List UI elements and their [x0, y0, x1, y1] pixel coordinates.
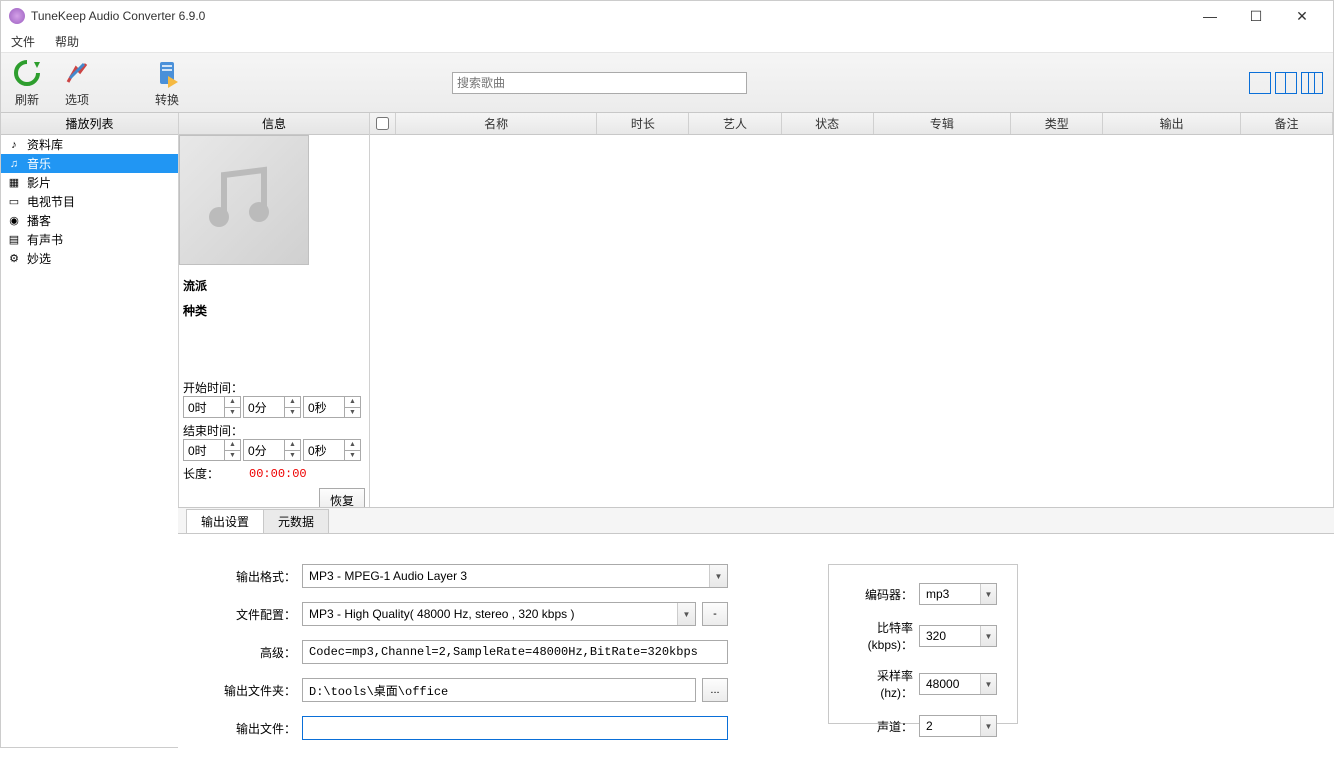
end-hour-spinner[interactable]: 0时▲▼	[183, 439, 241, 461]
col-album[interactable]: 专辑	[874, 113, 1012, 134]
tab-strip: 输出设置 元数据	[178, 508, 1334, 534]
layout-double-button[interactable]	[1275, 72, 1297, 94]
maximize-button[interactable]: ☐	[1233, 1, 1279, 31]
convert-button[interactable]: 转换	[151, 57, 183, 108]
advanced-input[interactable]	[302, 640, 728, 664]
options-icon	[61, 57, 93, 89]
outfile-input[interactable]	[302, 716, 728, 740]
bottom-panel: 输出设置 元数据 输出格式： MP3 - MPEG-1 Audio Layer …	[178, 507, 1334, 748]
start-min-spinner[interactable]: 0分▲▼	[243, 396, 301, 418]
channel-combo[interactable]: 2▼	[919, 715, 997, 737]
close-button[interactable]: ✕	[1279, 1, 1325, 31]
chevron-down-icon: ▼	[709, 565, 727, 587]
podcast-icon: ◉	[7, 214, 21, 228]
kind-label: 种类	[183, 302, 365, 319]
col-duration[interactable]: 时长	[597, 113, 689, 134]
col-checkbox[interactable]	[370, 113, 396, 134]
samplerate-label: 采样率(hz)：	[849, 667, 913, 701]
tracklist-header: 名称 时长 艺人 状态 专辑 类型 输出 备注	[370, 113, 1333, 135]
titlebar: TuneKeep Audio Converter 6.9.0 — ☐ ✕	[1, 1, 1333, 31]
col-artist[interactable]: 艺人	[689, 113, 781, 134]
sidebar-item-genius[interactable]: ⚙ 妙选	[1, 249, 178, 268]
format-label: 输出格式：	[218, 568, 296, 585]
tv-icon: ▭	[7, 195, 21, 209]
layout-single-button[interactable]	[1249, 72, 1271, 94]
gear-icon: ⚙	[7, 252, 21, 266]
sidebar-item-podcast[interactable]: ◉ 播客	[1, 211, 178, 230]
profile-label: 文件配置：	[218, 606, 296, 623]
tab-metadata[interactable]: 元数据	[263, 509, 329, 533]
convert-icon	[151, 57, 183, 89]
advanced-label: 高级：	[218, 644, 296, 661]
browse-button[interactable]: ...	[702, 678, 728, 702]
codec-combo[interactable]: mp3▼	[919, 583, 997, 605]
outfolder-label: 输出文件夹：	[218, 682, 296, 699]
outfile-label: 输出文件：	[218, 720, 296, 737]
info-header: 信息	[179, 113, 369, 135]
playlist-header: 播放列表	[1, 113, 178, 135]
minimize-button[interactable]: —	[1187, 1, 1233, 31]
refresh-icon	[11, 57, 43, 89]
length-label: 长度：	[183, 465, 219, 482]
col-remark[interactable]: 备注	[1241, 113, 1333, 134]
start-hour-spinner[interactable]: 0时▲▼	[183, 396, 241, 418]
encoder-settings: 编码器： mp3▼ 比特率(kbps)： 320▼ 采样率(hz)： 48000…	[828, 564, 1018, 724]
chevron-down-icon: ▼	[980, 716, 996, 736]
window-title: TuneKeep Audio Converter 6.9.0	[31, 9, 1187, 23]
outfolder-input[interactable]	[302, 678, 696, 702]
toolbar: 刷新 选项 转换	[1, 53, 1333, 113]
menubar: 文件 帮助	[1, 31, 1333, 53]
end-sec-spinner[interactable]: 0秒▲▼	[303, 439, 361, 461]
tab-output-settings[interactable]: 输出设置	[186, 509, 264, 533]
library-icon: ♪	[7, 138, 21, 152]
sidebar-item-music[interactable]: ♫ 音乐	[1, 154, 178, 173]
sidebar-item-library[interactable]: ♪ 资料库	[1, 135, 178, 154]
start-sec-spinner[interactable]: 0秒▲▼	[303, 396, 361, 418]
col-name[interactable]: 名称	[396, 113, 597, 134]
bitrate-combo[interactable]: 320▼	[919, 625, 997, 647]
bitrate-label: 比特率(kbps)：	[849, 619, 913, 653]
menu-file[interactable]: 文件	[7, 31, 39, 52]
search-input[interactable]	[452, 72, 747, 94]
profile-remove-button[interactable]: -	[702, 602, 728, 626]
refresh-button[interactable]: 刷新	[11, 57, 43, 108]
playlist-sidebar: 播放列表 ♪ 资料库 ♫ 音乐 ▦ 影片 ▭ 电视节目 ◉ 播客 ▤ 有声书 ⚙…	[1, 113, 179, 747]
sidebar-item-movie[interactable]: ▦ 影片	[1, 173, 178, 192]
format-combo[interactable]: MP3 - MPEG-1 Audio Layer 3▼	[302, 564, 728, 588]
channel-label: 声道：	[849, 718, 913, 735]
profile-combo[interactable]: MP3 - High Quality( 48000 Hz, stereo , 3…	[302, 602, 696, 626]
chevron-down-icon: ▼	[980, 674, 996, 694]
options-button[interactable]: 选项	[61, 57, 93, 108]
genre-label: 流派	[183, 277, 365, 294]
audiobook-icon: ▤	[7, 233, 21, 247]
output-settings-content: 输出格式： MP3 - MPEG-1 Audio Layer 3▼ 文件配置： …	[178, 534, 1334, 784]
album-art-placeholder	[179, 135, 309, 265]
length-value: 00:00:00	[249, 467, 307, 481]
music-icon: ♫	[7, 157, 21, 171]
app-icon	[9, 8, 25, 24]
chevron-down-icon: ▼	[980, 626, 996, 646]
sidebar-item-audiobook[interactable]: ▤ 有声书	[1, 230, 178, 249]
chevron-down-icon: ▼	[980, 584, 996, 604]
end-min-spinner[interactable]: 0分▲▼	[243, 439, 301, 461]
sidebar-item-tv[interactable]: ▭ 电视节目	[1, 192, 178, 211]
menu-help[interactable]: 帮助	[51, 31, 83, 52]
col-type[interactable]: 类型	[1011, 113, 1103, 134]
chevron-down-icon: ▼	[677, 603, 695, 625]
start-time-label: 开始时间：	[183, 379, 365, 396]
layout-triple-button[interactable]	[1301, 72, 1323, 94]
col-output[interactable]: 输出	[1103, 113, 1241, 134]
end-time-label: 结束时间：	[183, 422, 365, 439]
codec-label: 编码器：	[849, 586, 913, 603]
select-all-checkbox[interactable]	[376, 117, 389, 130]
samplerate-combo[interactable]: 48000▼	[919, 673, 997, 695]
col-status[interactable]: 状态	[782, 113, 874, 134]
movie-icon: ▦	[7, 176, 21, 190]
